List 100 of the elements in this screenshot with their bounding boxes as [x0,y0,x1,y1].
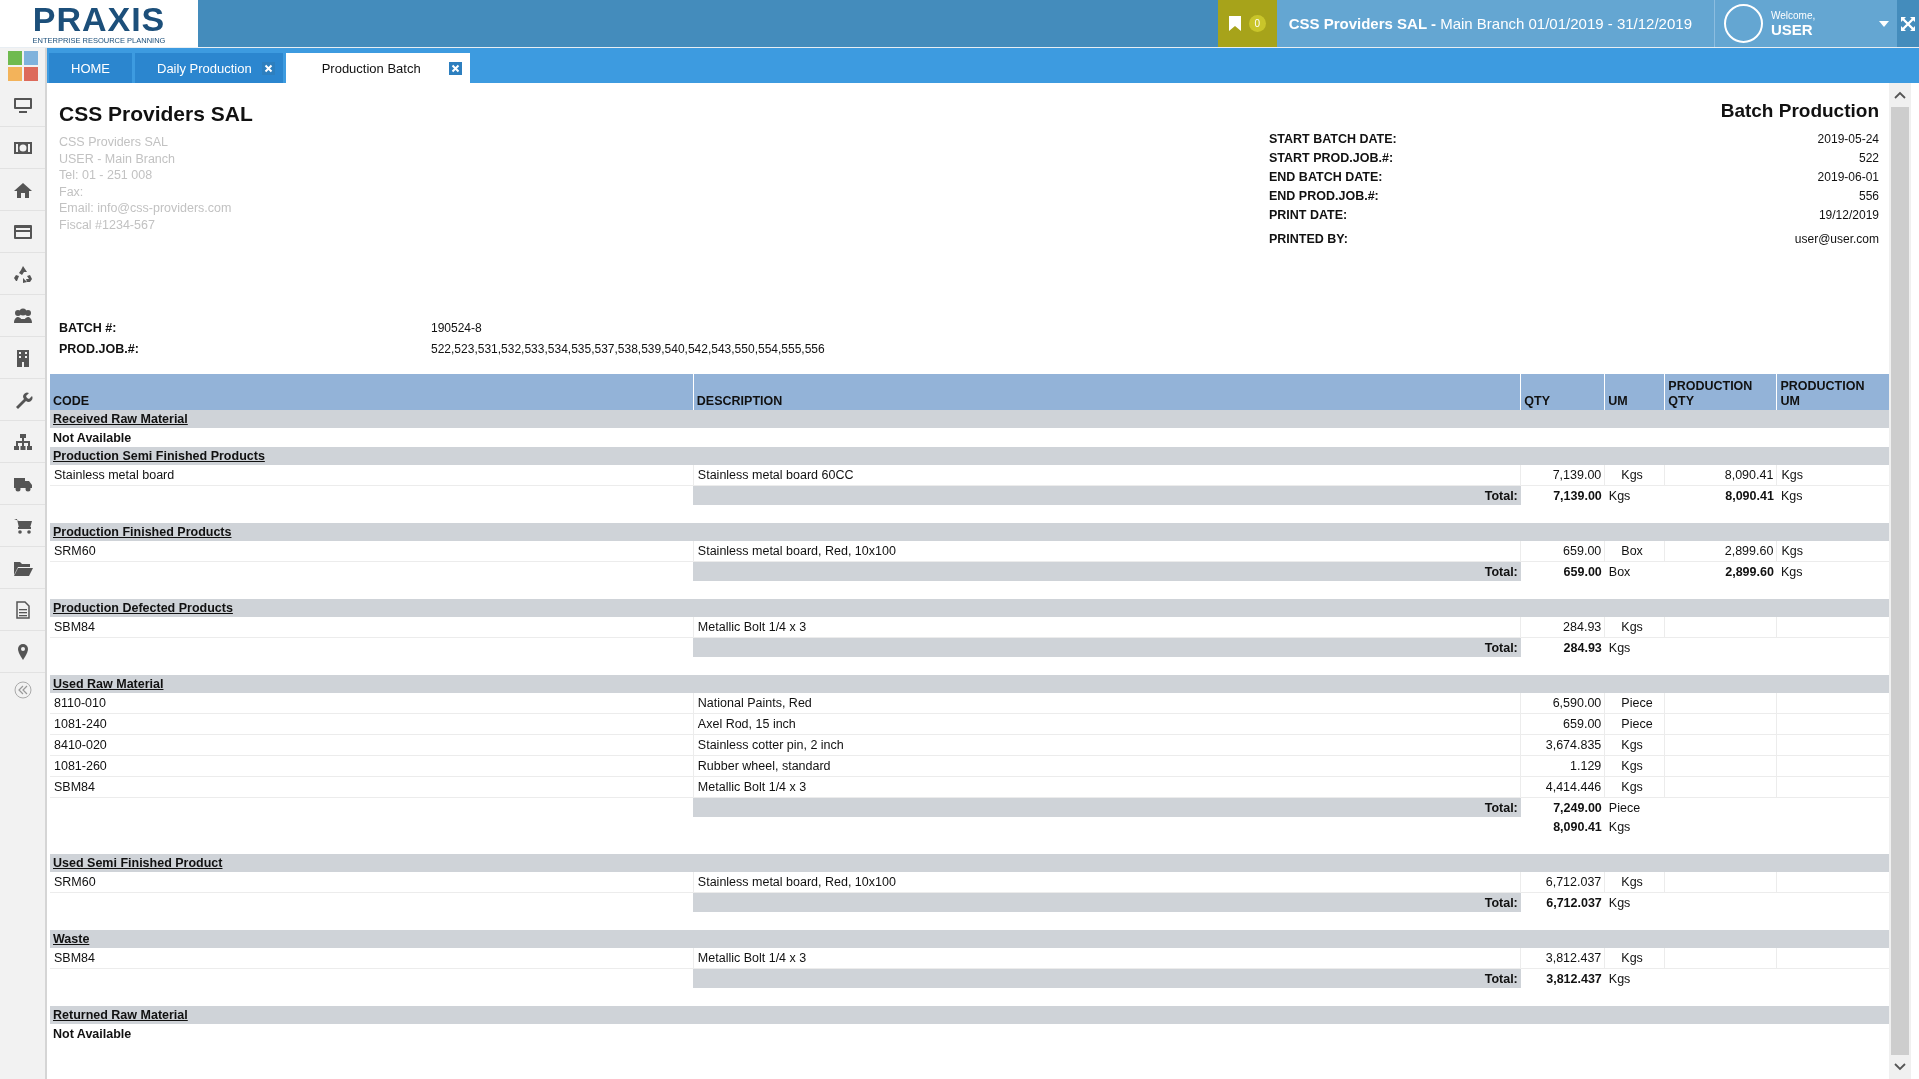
total-label: Total: [693,968,1521,988]
total-label: Total: [693,637,1521,657]
meta-label: PRINT DATE: [1269,207,1348,224]
card-icon [12,222,33,241]
scrollbar[interactable] [1889,83,1911,1079]
apps-grid-icon[interactable] [7,51,38,81]
column-header: PRODUCTION QTY [1664,374,1777,410]
total-unit: Kgs [1604,892,1665,912]
section-title: Used Semi Finished Product [53,856,223,870]
cart-icon [12,516,33,535]
table-cell: SBM84 [50,948,694,969]
section-title: Waste [53,932,90,946]
total-value: 6,712.037 [1520,892,1605,912]
batch-value: 522,523,531,532,533,534,535,537,538,539,540,542,543,550,554,555,556 [431,341,825,358]
table-cell: Metallic Bolt 1/4 x 3 [693,948,1521,969]
meta-value: 522 [1858,150,1879,167]
table-cell: SBM84 [50,776,694,798]
section-title: Production Finished Products [53,525,232,539]
scroll-up-icon[interactable] [1894,91,1906,99]
table-cell: 1.129 [1520,755,1605,777]
section-title: Production Defected Products [53,601,233,615]
total-unit: Kgs [1776,485,1889,505]
table-cell: Kgs [1604,755,1665,777]
section-title: Received Raw Material [53,412,188,426]
total-value: 284.93 [1520,637,1605,657]
table-cell: Metallic Bolt 1/4 x 3 [693,617,1521,638]
total-label: Total: [693,797,1521,817]
table-cell: National Paints, Red [693,693,1521,714]
batch-label: PROD.JOB.#: [59,341,140,358]
company-info-line: Fax: [59,183,85,200]
close-icon[interactable] [448,61,462,75]
tab-label: Daily Production [157,60,252,76]
tab-label: HOME [71,60,110,76]
total-value: 659.00 [1520,561,1605,581]
table-cell: Rubber wheel, standard [693,755,1521,777]
total-unit: Kgs [1604,637,1665,657]
total-value: 8,090.41 [1664,485,1777,505]
expand-icon[interactable] [1901,16,1915,31]
table-cell: Kgs [1604,872,1665,893]
table-cell: 284.93 [1520,617,1605,638]
table-cell: Kgs [1604,948,1665,969]
empty-text: Not Available [53,1026,132,1041]
user-name: USER [1771,20,1813,38]
total-unit: Kgs [1776,561,1889,581]
table-cell: 3,812.437 [1520,948,1605,969]
table-cell: 659.00 [1520,713,1605,735]
tab[interactable]: Daily Production [135,53,283,83]
table-cell: Stainless metal board [50,465,694,486]
tab[interactable]: Production Batch [285,53,470,83]
table-cell: 8,090.41 [1664,465,1777,486]
table-cell: 659.00 [1520,541,1605,562]
notification-badge: 0 [1248,15,1266,32]
collapse-icon[interactable] [13,681,32,699]
table-cell: 7,139.00 [1520,465,1605,486]
meta-label: END PROD.JOB.#: [1269,188,1379,205]
section-title: Returned Raw Material [53,1008,188,1022]
company-info-line: CSS Providers SAL [59,134,170,151]
company-info-line: Tel: 01 - 251 008 [59,167,154,184]
section-title: Used Raw Material [53,677,164,691]
close-icon[interactable] [261,61,275,75]
total-value: 3,812.437 [1520,968,1605,988]
table-cell: SBM84 [50,617,694,638]
caret-icon[interactable] [1879,20,1889,27]
batch-label: BATCH #: [59,320,118,337]
table-cell: Kgs [1604,734,1665,756]
meta-value: 19/12/2019 [1818,207,1879,224]
tab[interactable]: HOME [49,53,132,83]
table-cell: Piece [1604,713,1665,735]
total-unit: Kgs [1604,968,1665,988]
report-title: Batch Production [1719,100,1879,122]
table-cell: Box [1604,541,1665,562]
meta-value: 2019-05-24 [1817,131,1879,148]
bookmark-icon [1228,16,1241,31]
meta-label: END BATCH DATE: [1269,169,1383,186]
column-header: DESCRIPTION [693,374,1521,410]
total-label: Total: [693,561,1521,581]
users-icon [12,306,33,325]
table-cell: Kgs [1604,776,1665,798]
meta-value: user@user.com [1794,231,1879,248]
monitor-icon [12,96,33,115]
company-info-line: Fiscal #1234-567 [59,216,156,233]
logo-text: PRAXIS [32,2,166,36]
table-cell: Stainless metal board, Red, 10x100 [693,872,1521,893]
scroll-down-icon[interactable] [1894,1063,1906,1071]
total-value: 7,249.00 [1520,797,1605,817]
total-label: Total: [693,892,1521,912]
table-cell: SRM60 [50,872,694,893]
total-value: 2,899.60 [1664,561,1777,581]
meta-label: PRINTED BY: [1269,231,1348,248]
table-cell: Stainless metal board, Red, 10x100 [693,541,1521,562]
table-cell: Stainless cotter pin, 2 inch [693,734,1521,756]
column-header: CODE [50,374,694,410]
column-header: PRODUCTION UM [1776,374,1889,410]
column-header: QTY [1520,374,1605,410]
table-cell: 1081-260 [50,755,694,777]
table-cell: SRM60 [50,541,694,562]
company-branch-period: CSS Providers SAL - Main Branch 01/01/2019 - 31/12/2019 [1288,15,1692,32]
table-cell: 8110-010 [50,693,694,714]
table-cell: Axel Rod, 15 inch [693,713,1521,735]
column-header: UM [1604,374,1665,410]
